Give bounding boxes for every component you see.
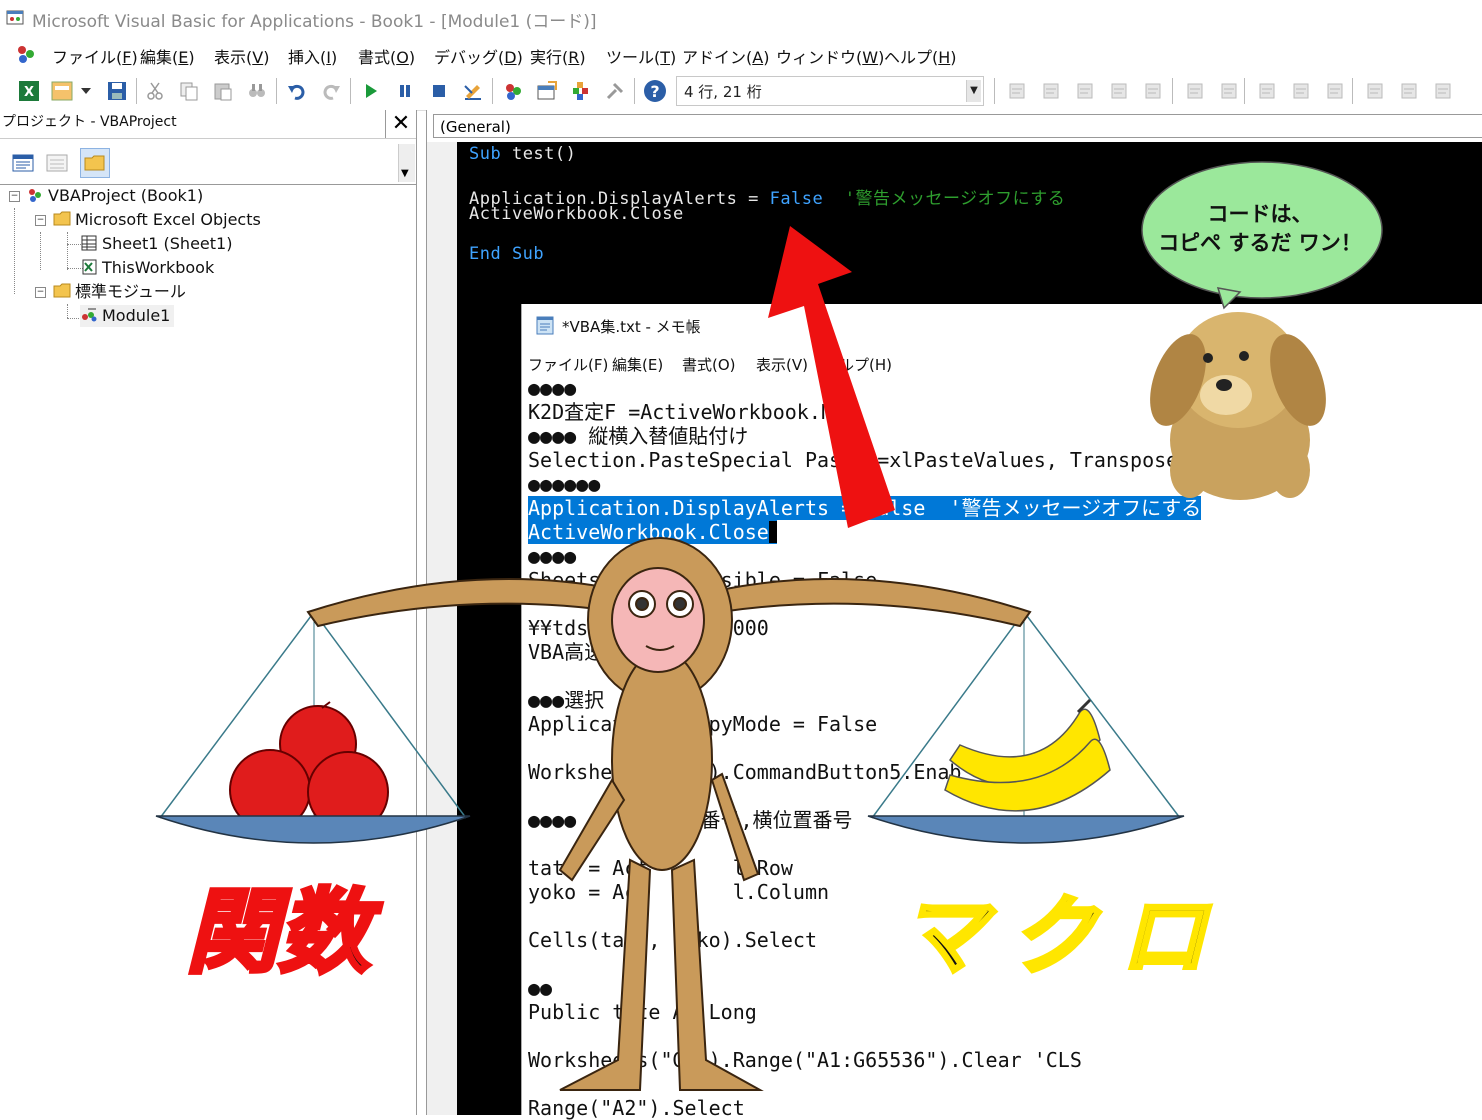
right-label-macro: マクロ [898,885,1230,989]
left-label-function: 関数 [184,876,372,988]
speech-bubble-line: コピペ するだ ワン！ [1158,231,1362,255]
speech-bubble-line: コードは、 [1207,202,1313,226]
apples-illustration [229,701,389,833]
bananas-illustration [944,698,1111,812]
red-arrow [768,226,895,528]
right-scale-pan [867,815,1185,844]
left-scale-pan [155,815,471,844]
dog-plush-illustration [1150,312,1326,500]
monkey-illustration [306,537,1032,1091]
speech-bubble-text: コードは、 コピペ するだ ワン！ [1150,200,1370,258]
